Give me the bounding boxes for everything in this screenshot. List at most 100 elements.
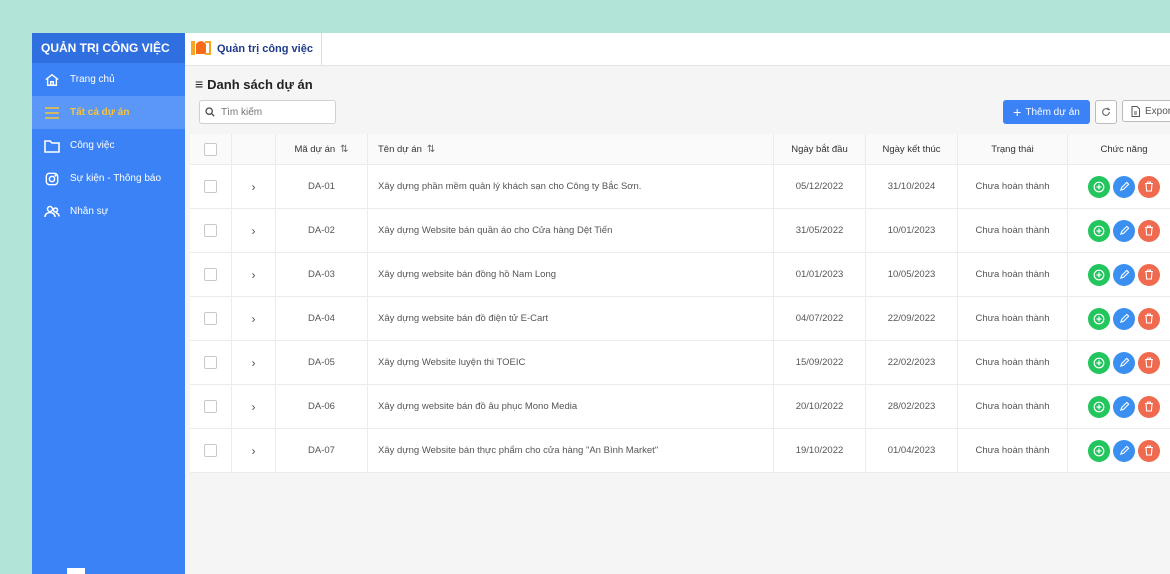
edit-button[interactable] <box>1113 263 1135 286</box>
row-expand-cell[interactable]: › <box>232 341 276 384</box>
row-expand-cell[interactable]: › <box>232 165 276 208</box>
topbar: Quản trị công việc <box>185 33 1170 66</box>
sidebar-item-events[interactable]: Sự kiện - Thông báo <box>32 162 185 195</box>
sidebar-item-tasks[interactable]: Công việc <box>32 129 185 162</box>
add-task-button[interactable] <box>1088 395 1110 418</box>
sort-icon[interactable]: ⇅ <box>340 144 348 155</box>
header-status: Trạng thái <box>958 134 1068 164</box>
delete-button[interactable] <box>1138 263 1160 286</box>
table-row[interactable]: › DA-07 Xây dựng Website bán thực phẩm c… <box>190 429 1170 473</box>
row-checkbox[interactable] <box>204 224 217 237</box>
add-task-button[interactable] <box>1088 263 1110 286</box>
row-checkbox[interactable] <box>204 400 217 413</box>
project-end-date: 28/02/2023 <box>866 385 958 428</box>
export-button[interactable]: Export <box>1122 100 1170 122</box>
row-select-cell[interactable] <box>190 209 232 252</box>
search-icon <box>205 107 215 117</box>
row-actions <box>1068 429 1170 472</box>
users-icon <box>44 204 60 220</box>
instagram-icon <box>44 171 60 187</box>
row-checkbox[interactable] <box>204 312 217 325</box>
sort-icon[interactable]: ⇅ <box>427 144 435 155</box>
menu-icon <box>44 105 60 121</box>
table-row[interactable]: › DA-02 Xây dựng Website bán quần áo cho… <box>190 209 1170 253</box>
row-expand-cell[interactable]: › <box>232 253 276 296</box>
header-select-all[interactable] <box>190 134 232 164</box>
header-code[interactable]: Mã dự án ⇅ <box>276 134 368 164</box>
row-actions <box>1068 341 1170 384</box>
project-code: DA-07 <box>276 429 368 472</box>
chevron-right-icon[interactable]: › <box>252 312 256 326</box>
chevron-right-icon[interactable]: › <box>252 224 256 238</box>
row-expand-cell[interactable]: › <box>232 429 276 472</box>
delete-button[interactable] <box>1138 219 1160 242</box>
add-task-button[interactable] <box>1088 439 1110 462</box>
row-expand-cell[interactable]: › <box>232 297 276 340</box>
project-status: Chưa hoàn thành <box>958 297 1068 340</box>
add-task-button[interactable] <box>1088 307 1110 330</box>
row-select-cell[interactable] <box>190 429 232 472</box>
row-checkbox[interactable] <box>204 268 217 281</box>
sidebar-item-staff[interactable]: Nhân sự <box>32 195 185 228</box>
edit-button[interactable] <box>1113 351 1135 374</box>
chevron-right-icon[interactable]: › <box>252 268 256 282</box>
edit-button[interactable] <box>1113 439 1135 462</box>
add-task-button[interactable] <box>1088 175 1110 198</box>
project-end-date: 22/09/2022 <box>866 297 958 340</box>
row-checkbox[interactable] <box>204 444 217 457</box>
row-checkbox[interactable] <box>204 180 217 193</box>
tab-project-management[interactable]: Quản trị công việc <box>185 33 322 65</box>
sidebar-item-all-projects[interactable]: Tất cả dự án <box>32 96 185 129</box>
edit-button[interactable] <box>1113 395 1135 418</box>
refresh-icon <box>1102 107 1110 116</box>
home-icon <box>44 72 60 88</box>
header-name[interactable]: Tên dự án ⇅ <box>368 134 774 164</box>
project-end-date: 10/05/2023 <box>866 253 958 296</box>
table-row[interactable]: › DA-06 Xây dựng website bán đồ âu phục … <box>190 385 1170 429</box>
plus-circle-icon <box>1093 313 1105 324</box>
table-row[interactable]: › DA-01 Xây dựng phần mềm quản lý khách … <box>190 165 1170 209</box>
delete-button[interactable] <box>1138 175 1160 198</box>
chevron-right-icon[interactable]: › <box>252 356 256 370</box>
sidebar-item-label: Công việc <box>70 140 115 151</box>
project-status: Chưa hoàn thành <box>958 429 1068 472</box>
add-task-button[interactable] <box>1088 219 1110 242</box>
menu-icon: ≡ <box>195 76 204 92</box>
row-select-cell[interactable] <box>190 341 232 384</box>
row-select-cell[interactable] <box>190 165 232 208</box>
search-box[interactable] <box>199 100 336 124</box>
table-row[interactable]: › DA-04 Xây dựng website bán đồ điện tử … <box>190 297 1170 341</box>
edit-button[interactable] <box>1113 307 1135 330</box>
sidebar-item-home[interactable]: Trang chủ <box>32 63 185 96</box>
refresh-button[interactable] <box>1095 100 1117 124</box>
plus-circle-icon <box>1093 445 1105 456</box>
delete-button[interactable] <box>1138 439 1160 462</box>
project-status: Chưa hoàn thành <box>958 165 1068 208</box>
table-row[interactable]: › DA-05 Xây dựng Website luyện thi TOEIC… <box>190 341 1170 385</box>
row-select-cell[interactable] <box>190 297 232 340</box>
delete-button[interactable] <box>1138 395 1160 418</box>
row-select-cell[interactable] <box>190 385 232 428</box>
edit-button[interactable] <box>1113 219 1135 242</box>
row-expand-cell[interactable]: › <box>232 385 276 428</box>
row-actions <box>1068 385 1170 428</box>
pencil-icon <box>1119 269 1129 280</box>
sidebar-item-label: Nhân sự <box>70 206 109 217</box>
row-checkbox[interactable] <box>204 356 217 369</box>
search-input[interactable] <box>219 105 323 119</box>
row-select-cell[interactable] <box>190 253 232 296</box>
add-task-button[interactable] <box>1088 351 1110 374</box>
chevron-right-icon[interactable]: › <box>252 400 256 414</box>
select-all-checkbox[interactable] <box>204 142 217 156</box>
add-project-button[interactable]: + Thêm dự án <box>1003 100 1090 124</box>
project-end-date: 01/04/2023 <box>866 429 958 472</box>
edit-button[interactable] <box>1113 175 1135 198</box>
delete-button[interactable] <box>1138 307 1160 330</box>
chevron-right-icon[interactable]: › <box>252 444 256 458</box>
chevron-right-icon[interactable]: › <box>252 180 256 194</box>
row-expand-cell[interactable]: › <box>232 209 276 252</box>
project-code: DA-03 <box>276 253 368 296</box>
delete-button[interactable] <box>1138 351 1160 374</box>
table-row[interactable]: › DA-03 Xây dựng website bán đồng hồ Nam… <box>190 253 1170 297</box>
plus-circle-icon <box>1093 357 1105 368</box>
